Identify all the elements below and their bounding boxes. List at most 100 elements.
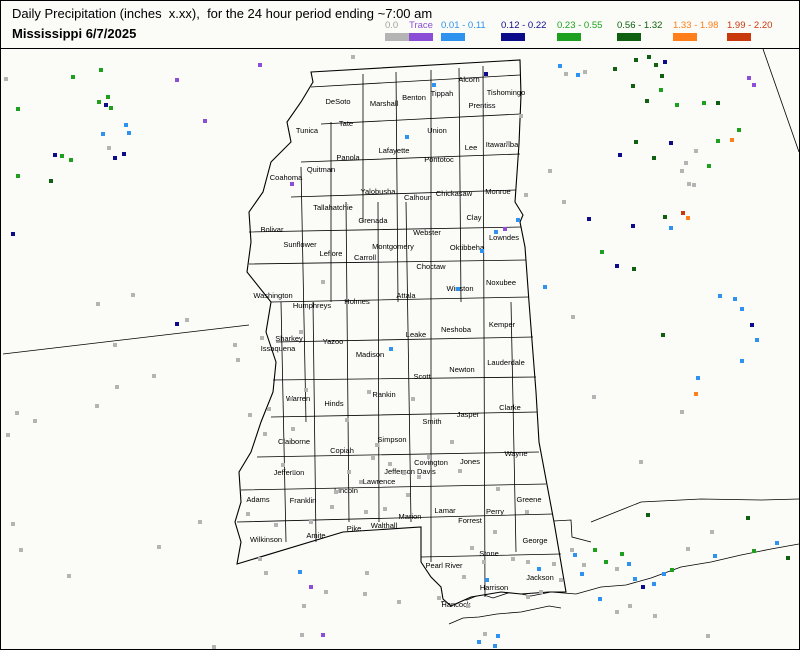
legend-label: 0.56 - 1.32 bbox=[617, 20, 663, 31]
station-marker bbox=[580, 572, 584, 576]
county-label: Monroe bbox=[485, 187, 510, 196]
station-marker bbox=[482, 560, 486, 564]
station-marker bbox=[411, 397, 415, 401]
station-marker bbox=[775, 541, 779, 545]
station-marker bbox=[506, 141, 510, 145]
station-marker bbox=[620, 552, 624, 556]
station-marker bbox=[67, 574, 71, 578]
station-marker bbox=[115, 385, 119, 389]
station-marker bbox=[248, 413, 252, 417]
map-title: Daily Precipitation (inches x.xx), for t… bbox=[12, 6, 433, 21]
station-marker bbox=[526, 560, 530, 564]
station-marker bbox=[559, 578, 563, 582]
county-label: Jasper bbox=[457, 410, 480, 419]
station-marker bbox=[564, 72, 568, 76]
county-label: Panola bbox=[336, 153, 360, 162]
station-marker bbox=[321, 633, 325, 637]
station-marker bbox=[104, 103, 108, 107]
county-label: Rankin bbox=[372, 390, 395, 399]
station-marker bbox=[684, 161, 688, 165]
county-label: Holmes bbox=[344, 297, 370, 306]
station-marker bbox=[633, 577, 637, 581]
county-label: Claiborne bbox=[278, 437, 310, 446]
station-marker bbox=[359, 480, 363, 484]
station-marker bbox=[494, 230, 498, 234]
station-marker bbox=[598, 597, 602, 601]
station-marker bbox=[740, 359, 744, 363]
county-label: Tallahatchie bbox=[313, 203, 353, 212]
station-marker bbox=[405, 135, 409, 139]
station-marker bbox=[427, 455, 431, 459]
station-marker bbox=[702, 101, 706, 105]
station-marker bbox=[730, 138, 734, 142]
county-label: Montgomery bbox=[372, 242, 414, 251]
station-marker bbox=[334, 490, 338, 494]
legend-label: 0.12 - 0.22 bbox=[501, 20, 547, 31]
station-marker bbox=[525, 510, 529, 514]
county-label: Washington bbox=[253, 291, 292, 300]
station-marker bbox=[631, 224, 635, 228]
station-marker bbox=[60, 154, 64, 158]
station-marker bbox=[503, 227, 507, 231]
legend-swatch bbox=[385, 33, 409, 41]
station-marker bbox=[694, 149, 698, 153]
county-label: Leake bbox=[406, 330, 426, 339]
station-marker bbox=[716, 139, 720, 143]
station-marker bbox=[485, 578, 489, 582]
station-marker bbox=[718, 294, 722, 298]
county-label: Yalobusha bbox=[361, 187, 397, 196]
county-label: Tunica bbox=[296, 126, 319, 135]
station-marker bbox=[106, 95, 110, 99]
station-marker bbox=[681, 211, 685, 215]
station-marker bbox=[212, 645, 216, 649]
station-marker bbox=[258, 63, 262, 67]
station-marker bbox=[11, 522, 15, 526]
station-marker bbox=[96, 302, 100, 306]
station-marker bbox=[675, 103, 679, 107]
county-label: Chickasaw bbox=[436, 189, 473, 198]
station-marker bbox=[347, 470, 351, 474]
county-label: George bbox=[522, 536, 547, 545]
station-marker bbox=[511, 557, 515, 561]
county-label: Lawrence bbox=[363, 477, 396, 486]
station-marker bbox=[258, 557, 262, 561]
legend-label: 0.01 - 0.11 bbox=[441, 20, 486, 31]
county-label: Simpson bbox=[377, 435, 406, 444]
station-marker bbox=[653, 614, 657, 618]
station-marker bbox=[321, 280, 325, 284]
legend-label: 0.23 - 0.55 bbox=[557, 20, 603, 31]
station-marker bbox=[345, 418, 349, 422]
county-label: Bolivar bbox=[261, 225, 284, 234]
station-marker bbox=[309, 585, 313, 589]
county-label: Calhoun bbox=[404, 193, 432, 202]
station-marker bbox=[558, 64, 562, 68]
station-marker bbox=[526, 595, 530, 599]
station-marker bbox=[628, 604, 632, 608]
station-marker bbox=[639, 460, 643, 464]
station-marker bbox=[300, 633, 304, 637]
station-marker bbox=[750, 323, 754, 327]
station-marker bbox=[680, 169, 684, 173]
station-marker bbox=[324, 590, 328, 594]
map-header: Daily Precipitation (inches x.xx), for t… bbox=[1, 1, 799, 48]
station-marker bbox=[710, 530, 714, 534]
county-label: Lauderdale bbox=[487, 358, 525, 367]
station-marker bbox=[383, 507, 387, 511]
station-marker bbox=[175, 78, 179, 82]
station-marker bbox=[289, 397, 293, 401]
county-label: Choctaw bbox=[416, 262, 446, 271]
station-marker bbox=[203, 119, 207, 123]
station-marker bbox=[49, 179, 53, 183]
county-label: Union bbox=[427, 126, 447, 135]
county-label: Madison bbox=[356, 350, 384, 359]
station-marker bbox=[615, 610, 619, 614]
map-subtitle: Mississippi 6/7/2025 bbox=[12, 26, 137, 41]
county-label: Clarke bbox=[499, 403, 521, 412]
county-label: Itawamba bbox=[486, 140, 519, 149]
station-marker bbox=[733, 297, 737, 301]
station-marker bbox=[109, 106, 113, 110]
county-label: Hinds bbox=[324, 399, 343, 408]
station-marker bbox=[402, 471, 406, 475]
station-marker bbox=[11, 232, 15, 236]
station-marker bbox=[716, 101, 720, 105]
